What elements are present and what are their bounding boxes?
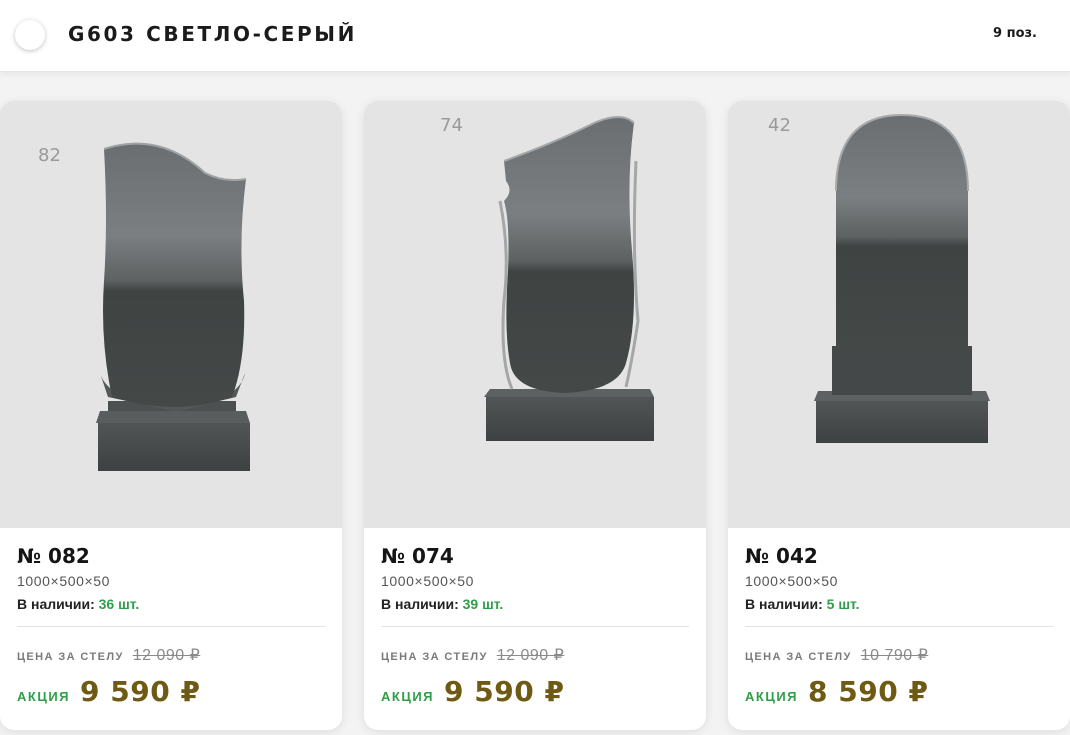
promo-price: 9 590 ₽: [80, 675, 201, 708]
promo-price-row: АКЦИЯ 9 590 ₽: [381, 675, 689, 708]
product-number[interactable]: № 082: [17, 541, 325, 571]
product-card[interactable]: 74 № 074 1000×500×50 В наличии: 39 шт. Ц…: [364, 101, 706, 730]
old-price-label: ЦЕНА ЗА СТЕЛУ: [745, 651, 852, 663]
image-model-label: 42: [768, 115, 791, 136]
headstone-042-illustration: 42: [768, 113, 990, 443]
stock-status: В наличии: 39 шт.: [381, 595, 689, 613]
divider: [17, 626, 325, 627]
promo-price-row: АКЦИЯ 9 590 ₽: [17, 675, 325, 708]
image-model-label: 74: [440, 115, 463, 136]
old-price: 10 790 ₽: [860, 647, 929, 664]
old-price: 12 090 ₽: [496, 647, 565, 664]
stock-value: 36 шт.: [98, 596, 140, 612]
promo-price-row: АКЦИЯ 8 590 ₽: [745, 675, 1053, 708]
old-price-row: ЦЕНА ЗА СТЕЛУ 12 090 ₽: [381, 645, 689, 665]
product-size: 1000×500×50: [381, 573, 475, 589]
item-count: 9 поз.: [993, 26, 1037, 41]
promo-label: АКЦИЯ: [381, 689, 435, 704]
promo-price: 8 590 ₽: [808, 675, 929, 708]
product-image[interactable]: 42: [728, 101, 1070, 528]
stock-label: В наличии:: [745, 596, 823, 612]
old-price-label: ЦЕНА ЗА СТЕЛУ: [17, 651, 124, 663]
collapse-toggle[interactable]: [15, 20, 45, 50]
headstone-082-illustration: 82: [38, 142, 250, 471]
divider: [381, 626, 689, 627]
category-title: G603 СВЕТЛО-СЕРЫЙ: [68, 22, 357, 46]
promo-price: 9 590 ₽: [444, 675, 565, 708]
product-image[interactable]: 82: [0, 101, 342, 528]
old-price: 12 090 ₽: [132, 647, 201, 664]
product-size: 1000×500×50: [17, 573, 111, 589]
stock-value: 39 шт.: [462, 596, 504, 612]
product-card[interactable]: 82 № 082 1000×500×50 В наличии: 36 шт. Ц…: [0, 101, 342, 730]
stock-label: В наличии:: [17, 596, 95, 612]
promo-label: АКЦИЯ: [745, 689, 799, 704]
promo-label: АКЦИЯ: [17, 689, 71, 704]
stock-status: В наличии: 5 шт.: [745, 595, 1053, 613]
stock-status: В наличии: 36 шт.: [17, 595, 325, 613]
product-number[interactable]: № 074: [381, 541, 689, 571]
product-card[interactable]: 42 № 042 1000×500×50 В наличии: 5 шт. ЦЕ…: [728, 101, 1070, 730]
stock-value: 5 шт.: [826, 596, 860, 612]
headstone-074-illustration: 74: [440, 115, 654, 441]
old-price-row: ЦЕНА ЗА СТЕЛУ 10 790 ₽: [745, 645, 1053, 665]
stock-label: В наличии:: [381, 596, 459, 612]
product-size: 1000×500×50: [745, 573, 839, 589]
image-model-label: 82: [38, 145, 61, 166]
divider: [745, 626, 1053, 627]
product-image[interactable]: 74: [364, 101, 706, 528]
category-header: G603 СВЕТЛО-СЕРЫЙ 9 поз.: [0, 0, 1070, 72]
product-number[interactable]: № 042: [745, 541, 1053, 571]
old-price-row: ЦЕНА ЗА СТЕЛУ 12 090 ₽: [17, 645, 325, 665]
old-price-label: ЦЕНА ЗА СТЕЛУ: [381, 651, 488, 663]
